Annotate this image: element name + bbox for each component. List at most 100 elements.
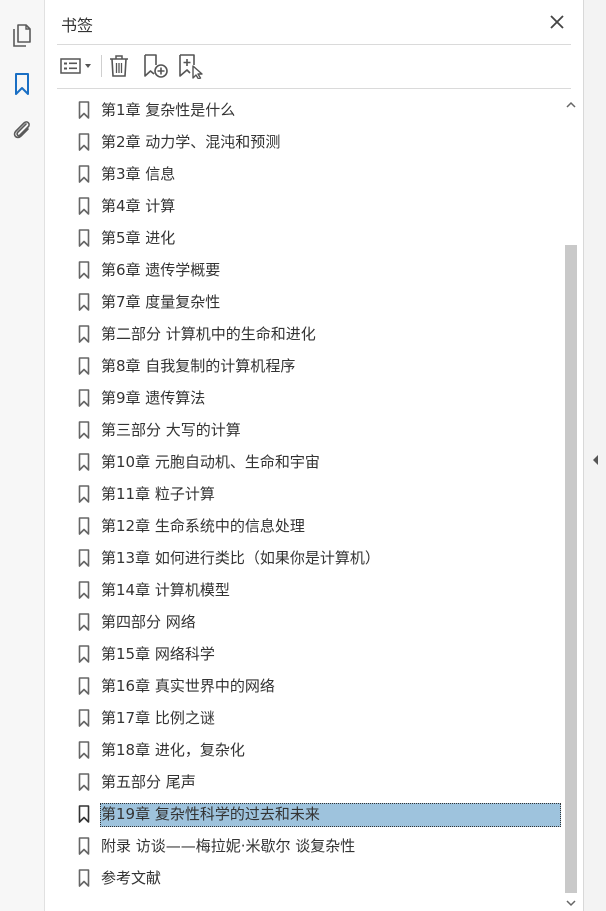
- bookmark-item[interactable]: 第16章 真实世界中的网络: [57, 670, 563, 702]
- attachment-icon[interactable]: [8, 116, 36, 144]
- bookmark-label: 参考文献: [101, 869, 162, 887]
- bookmark-icon: [78, 709, 90, 727]
- bookmark-item[interactable]: 第19章 复杂性科学的过去和未来: [57, 798, 563, 830]
- bookmark-item[interactable]: 第8章 自我复制的计算机程序: [57, 350, 563, 382]
- bookmark-label: 第7章 度量复杂性: [101, 293, 221, 311]
- bookmark-item[interactable]: 第四部分 网络: [57, 606, 563, 638]
- bookmark-item[interactable]: 第13章 如何进行类比（如果你是计算机）: [57, 542, 563, 574]
- bookmark-label: 第19章 复杂性科学的过去和未来: [101, 805, 320, 823]
- bookmark-icon: [78, 485, 90, 503]
- bookmarks-window: 书签 第1章 复杂性是什么 第2章 动力学、混沌和预测 第3章 信息 第4章 计…: [0, 0, 606, 911]
- bookmark-label: 第四部分 网络: [101, 613, 196, 631]
- bookmark-icon: [78, 165, 90, 183]
- bookmark-label: 第6章 遗传学概要: [101, 261, 221, 279]
- bookmark-item[interactable]: 第17章 比例之谜: [57, 702, 563, 734]
- bookmark-label: 第4章 计算: [101, 197, 176, 215]
- bookmark-icon: [78, 293, 90, 311]
- bookmark-icon: [78, 389, 90, 407]
- toolbar-separator: [101, 55, 102, 77]
- bookmark-icon: [78, 229, 90, 247]
- bookmark-item[interactable]: 第4章 计算: [57, 190, 563, 222]
- divider: [57, 44, 571, 45]
- bookmark-item[interactable]: 第18章 进化，复杂化: [57, 734, 563, 766]
- bookmark-item[interactable]: 第三部分 大写的计算: [57, 414, 563, 446]
- bookmark-icon: [78, 421, 90, 439]
- bookmark-item[interactable]: 第二部分 计算机中的生命和进化: [57, 318, 563, 350]
- bookmark-label: 第17章 比例之谜: [101, 709, 215, 727]
- bookmark-item[interactable]: 第12章 生命系统中的信息处理: [57, 510, 563, 542]
- navigation-rail: [0, 0, 45, 911]
- bookmark-icon: [78, 645, 90, 663]
- bookmark-icon: [78, 741, 90, 759]
- bookmark-label: 第11章 粒子计算: [101, 485, 215, 503]
- bookmark-icon[interactable]: [8, 70, 36, 98]
- bookmark-label: 第五部分 尾声: [101, 773, 196, 791]
- bookmark-from-selection-icon[interactable]: [177, 52, 203, 80]
- bookmark-item[interactable]: 第1章 复杂性是什么: [57, 94, 563, 126]
- bookmark-label: 附录 访谈——梅拉妮·米歇尔 谈复杂性: [101, 837, 356, 855]
- bookmark-item[interactable]: 第2章 动力学、混沌和预测: [57, 126, 563, 158]
- bookmark-icon: [78, 453, 90, 471]
- bookmark-icon: [78, 677, 90, 695]
- bookmark-label: 第16章 真实世界中的网络: [101, 677, 275, 695]
- bookmark-item[interactable]: 附录 访谈——梅拉妮·米歇尔 谈复杂性: [57, 830, 563, 862]
- bookmark-label: 第10章 元胞自动机、生命和宇宙: [101, 453, 320, 471]
- bookmark-icon: [78, 133, 90, 151]
- bookmark-label: 第18章 进化，复杂化: [101, 741, 245, 759]
- bookmark-label: 第13章 如何进行类比（如果你是计算机）: [101, 549, 380, 567]
- bookmark-item[interactable]: 第7章 度量复杂性: [57, 286, 563, 318]
- delete-icon[interactable]: [107, 52, 131, 80]
- bookmark-list-items: 第一部分 背景和历史第1章 复杂性是什么第2章 动力学、混沌和预测第3章 信息第…: [57, 90, 563, 894]
- bookmark-icon: [78, 517, 90, 535]
- vertical-scrollbar[interactable]: [563, 93, 579, 911]
- bookmark-label: 第三部分 大写的计算: [101, 421, 241, 439]
- new-bookmark-icon[interactable]: [143, 52, 169, 80]
- bookmark-icon: [78, 357, 90, 375]
- bookmark-icon: [78, 869, 90, 887]
- bookmark-icon: [78, 325, 90, 343]
- options-menu-icon[interactable]: [59, 52, 95, 80]
- bookmark-label: 第12章 生命系统中的信息处理: [101, 517, 305, 535]
- divider: [57, 88, 571, 89]
- bookmark-label: 第5章 进化: [101, 229, 176, 247]
- bookmark-icon: [78, 613, 90, 631]
- bookmark-label: 第15章 网络科学: [101, 645, 215, 663]
- panel-collapse-strip: [583, 0, 606, 911]
- bookmark-icon: [78, 805, 90, 823]
- bookmark-icon: [78, 549, 90, 567]
- bookmark-icon: [78, 773, 90, 791]
- bookmark-item[interactable]: 第6章 遗传学概要: [57, 254, 563, 286]
- bookmark-item[interactable]: 第五部分 尾声: [57, 766, 563, 798]
- scroll-down-arrow-icon[interactable]: [565, 897, 577, 909]
- panel-title: 书签: [61, 16, 94, 35]
- bookmark-item[interactable]: 第15章 网络科学: [57, 638, 563, 670]
- bookmark-item[interactable]: 第14章 计算机模型: [57, 574, 563, 606]
- close-icon[interactable]: [547, 12, 567, 32]
- bookmark-label: 第1章 复杂性是什么: [101, 101, 236, 119]
- bookmark-label: 第2章 动力学、混沌和预测: [101, 133, 281, 151]
- bookmark-icon: [78, 101, 90, 119]
- bookmark-label: 第3章 信息: [101, 165, 176, 183]
- bookmark-label: 第二部分 计算机中的生命和进化: [101, 325, 316, 343]
- bookmark-label: 第14章 计算机模型: [101, 581, 230, 599]
- bookmark-icon: [78, 581, 90, 599]
- bookmark-item[interactable]: 第3章 信息: [57, 158, 563, 190]
- bookmark-icon: [78, 261, 90, 279]
- bookmark-icon: [78, 837, 90, 855]
- bookmark-item[interactable]: 第10章 元胞自动机、生命和宇宙: [57, 446, 563, 478]
- bookmark-label: 第8章 自我复制的计算机程序: [101, 357, 296, 375]
- scroll-up-arrow-icon[interactable]: [565, 99, 577, 111]
- panel-header: 书签: [45, 0, 583, 44]
- collapse-arrow-icon[interactable]: [589, 452, 603, 468]
- bookmark-item[interactable]: 第11章 粒子计算: [57, 478, 563, 510]
- bookmark-item[interactable]: 第9章 遗传算法: [57, 382, 563, 414]
- bookmark-label: 第9章 遗传算法: [101, 389, 206, 407]
- bookmark-item[interactable]: 参考文献: [57, 862, 563, 894]
- bookmark-list: 第一部分 背景和历史第1章 复杂性是什么第2章 动力学、混沌和预测第3章 信息第…: [57, 90, 563, 906]
- scrollbar-thumb[interactable]: [565, 245, 577, 893]
- bookmarks-panel: 书签 第1章 复杂性是什么 第2章 动力学、混沌和预测 第3章 信息 第4章 计…: [45, 0, 583, 911]
- pages-icon[interactable]: [8, 22, 36, 50]
- bookmark-item[interactable]: 第5章 进化: [57, 222, 563, 254]
- bookmark-icon: [78, 197, 90, 215]
- bookmark-toolbar: [57, 46, 571, 86]
